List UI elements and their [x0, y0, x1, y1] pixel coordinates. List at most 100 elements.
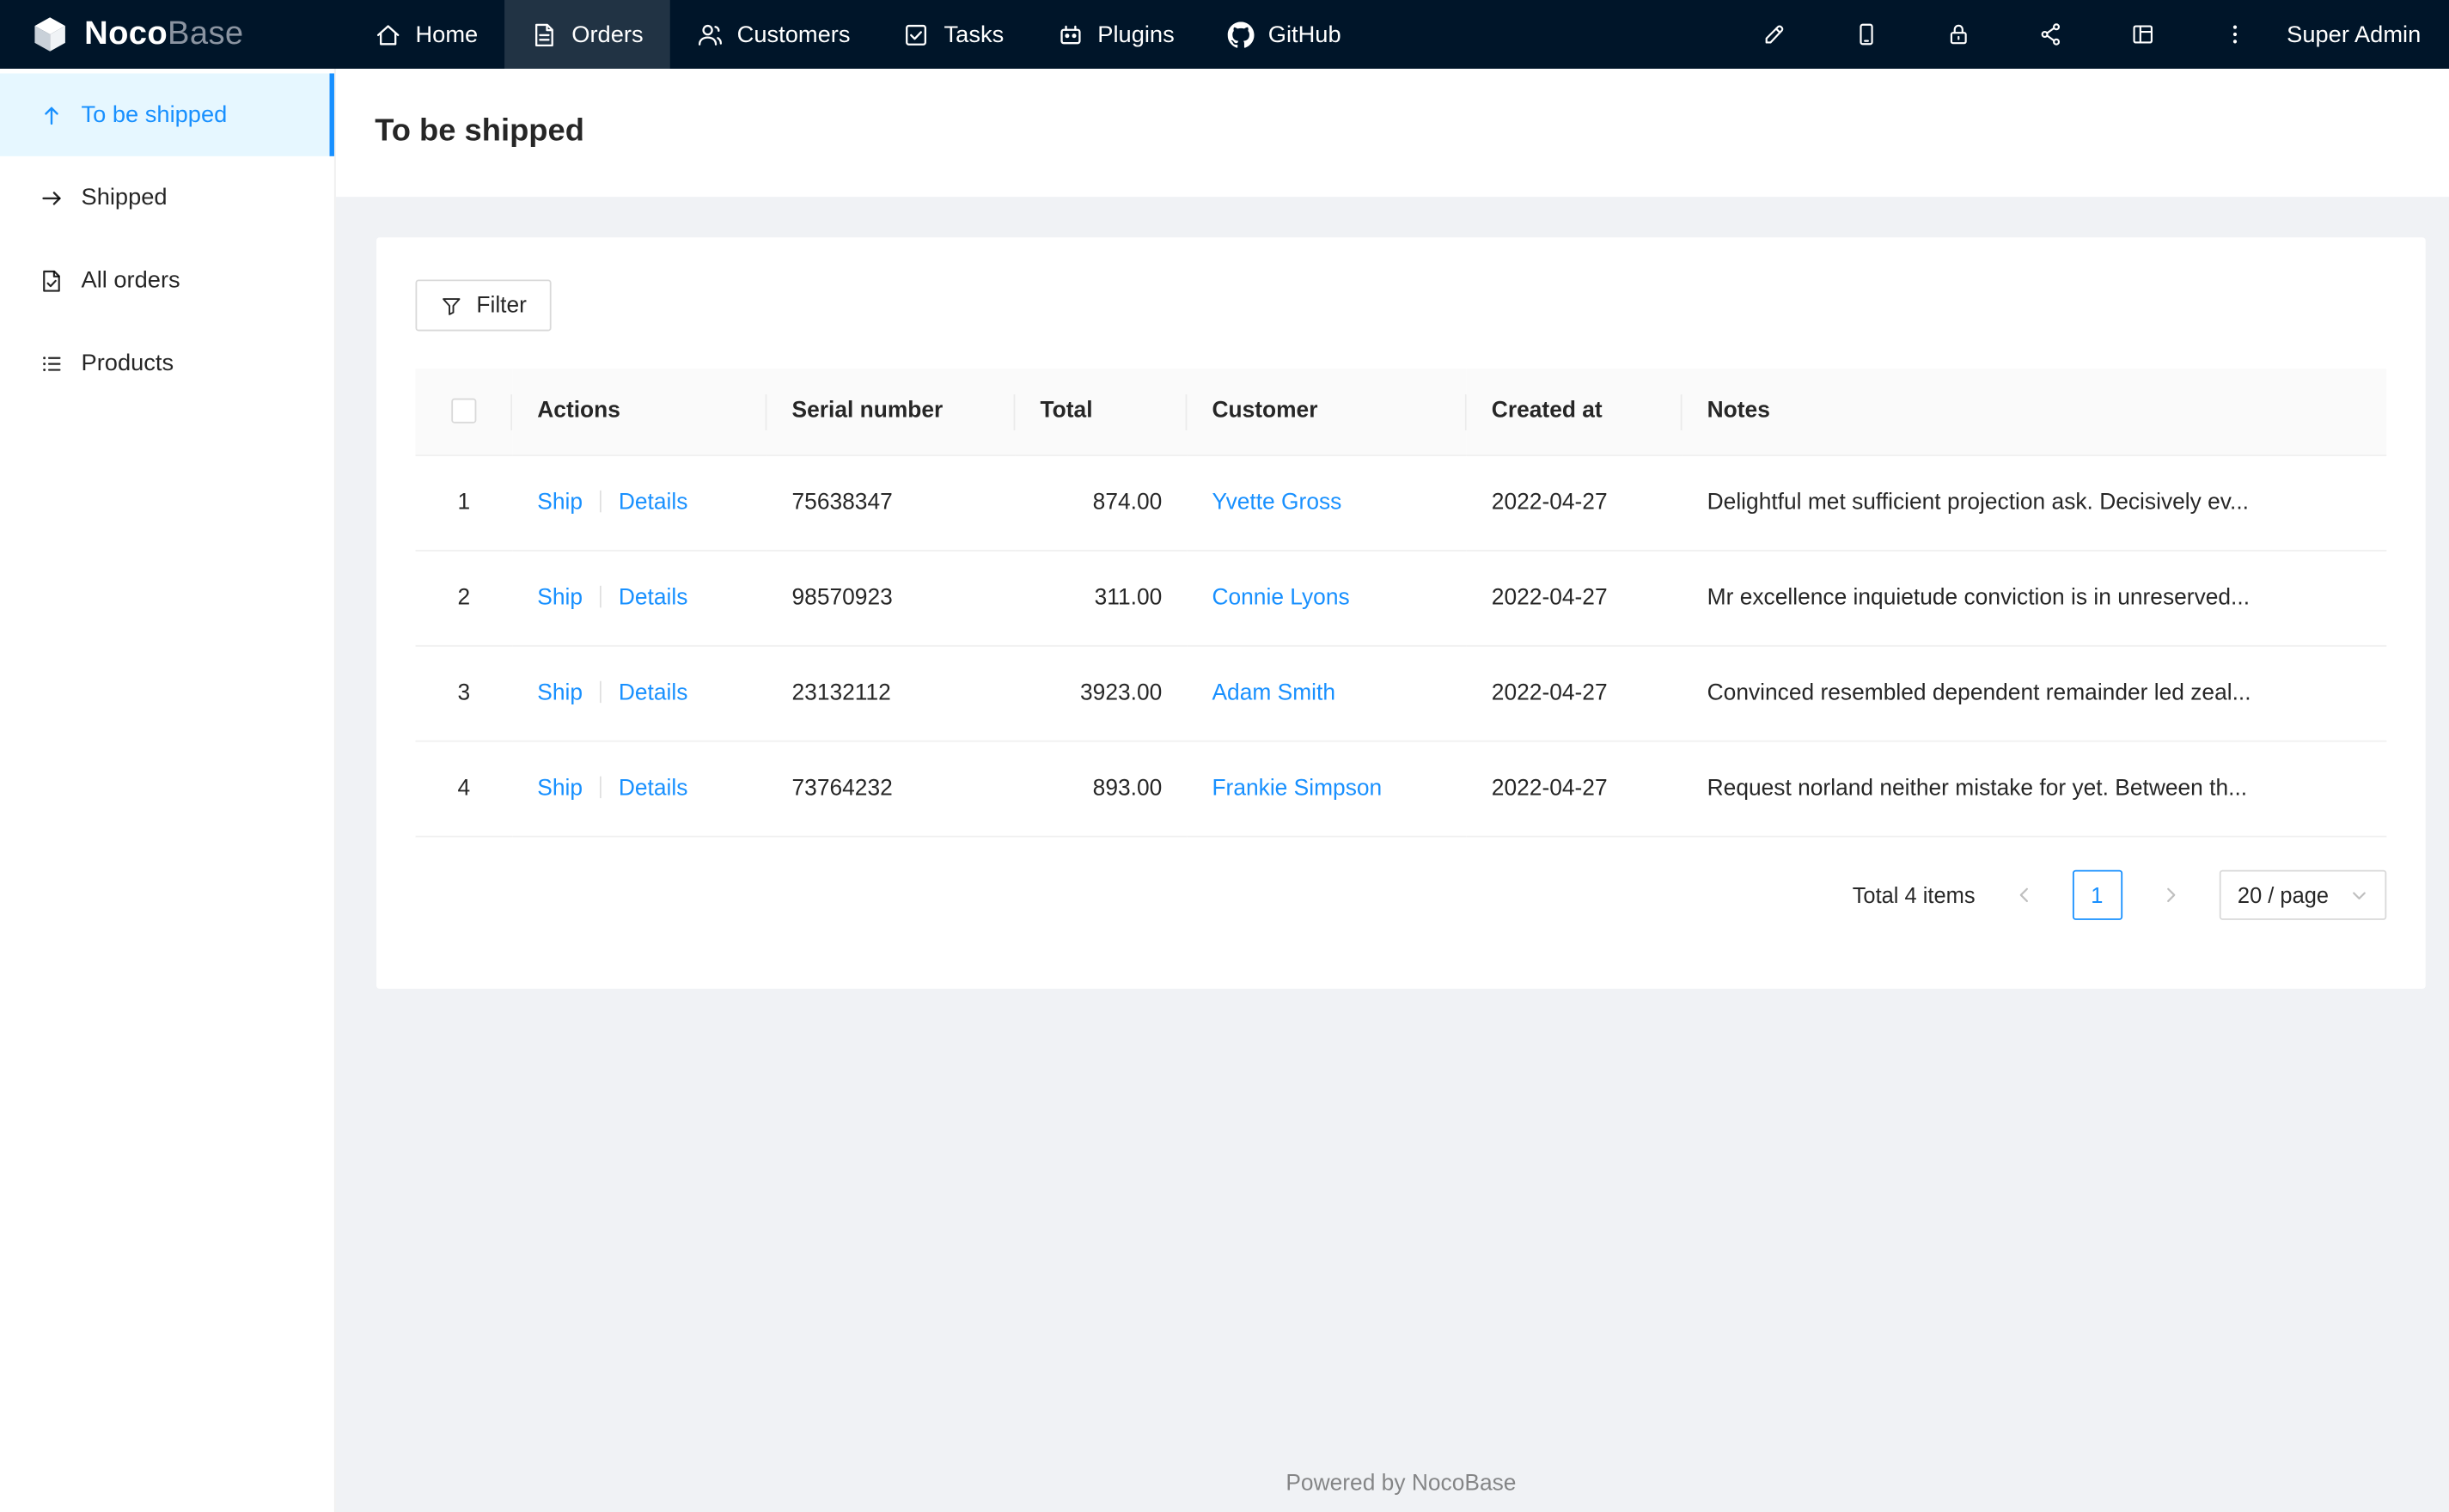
ui-editor-button[interactable]	[1727, 0, 1819, 69]
lock-button[interactable]	[1912, 0, 2004, 69]
row-index: 2	[415, 550, 513, 647]
mobile-preview-button[interactable]	[1820, 0, 1912, 69]
column-header-serial-number: Serial number	[766, 369, 1016, 456]
user-menu[interactable]: Super Admin	[2281, 21, 2434, 48]
arrow-right-icon	[42, 191, 61, 204]
page-title: To be shipped	[375, 113, 584, 149]
nav-item-orders[interactable]: Orders	[504, 0, 670, 70]
column-header-notes: Notes	[1682, 369, 2387, 456]
filter-button[interactable]: Filter	[415, 279, 553, 332]
details-link[interactable]: Details	[619, 491, 688, 515]
chevron-down-icon	[2353, 891, 2366, 899]
nav-item-customers[interactable]: Customers	[669, 0, 876, 69]
home-icon	[376, 24, 400, 45]
table-row: 4 Ship Details 73764232 893.00 Frankie Si…	[415, 741, 2387, 838]
logo-text: NocoBase	[84, 15, 244, 52]
details-link[interactable]: Details	[619, 777, 688, 802]
previous-page-button[interactable]	[1998, 869, 2049, 920]
customer-link[interactable]: Yvette Gross	[1212, 491, 1341, 515]
cell-customer: Connie Lyons	[1187, 550, 1467, 647]
customers-icon	[698, 24, 722, 45]
app-root: NocoBase Home Orders Customers Tasks Plu…	[0, 0, 2449, 1512]
sidebar-item-all-orders[interactable]: All orders	[0, 239, 334, 321]
sidebar-item-to-be-shipped[interactable]: To be shipped	[0, 73, 334, 156]
sidebar-item-label: Products	[81, 350, 174, 377]
nocobase-logo[interactable]: NocoBase	[0, 0, 336, 69]
layout-button[interactable]	[2096, 0, 2188, 69]
sidebar-item-products[interactable]: Products	[0, 322, 334, 405]
nav-item-plugins[interactable]: Plugins	[1030, 0, 1200, 69]
sidebar-item-label: Shipped	[81, 184, 168, 211]
row-actions: Ship Details	[512, 645, 767, 742]
page-number-1[interactable]: 1	[2072, 869, 2122, 920]
cell-created-at: 2022-04-27	[1466, 550, 1683, 647]
sidebar: To be shipped Shipped All orders Product…	[0, 69, 336, 1512]
filter-icon	[443, 297, 461, 314]
table-row: 1 Ship Details 75638347 874.00 Yvette Gro…	[415, 455, 2387, 552]
cell-notes: Delightful met sufficient projection ask…	[1682, 455, 2387, 552]
next-page-button[interactable]	[2145, 869, 2196, 920]
nav-item-label: Customers	[736, 21, 851, 48]
ship-link[interactable]: Ship	[537, 586, 583, 611]
highlighter-icon	[1764, 25, 1783, 44]
row-index: 4	[415, 741, 513, 838]
column-header-actions: Actions	[512, 369, 767, 456]
column-header-total: Total	[1015, 369, 1188, 456]
cell-customer: Frankie Simpson	[1187, 741, 1467, 838]
details-link[interactable]: Details	[619, 681, 688, 706]
arrow-up-icon	[45, 106, 58, 125]
nav-item-label: Plugins	[1097, 21, 1175, 48]
nocobase-logo-icon	[34, 17, 65, 52]
action-divider	[600, 585, 602, 608]
customer-link[interactable]: Frankie Simpson	[1212, 777, 1382, 802]
page-size-value: 20 / page	[2237, 882, 2330, 908]
cell-serial-number: 73764232	[766, 741, 1016, 838]
row-index: 1	[415, 455, 513, 552]
lock-icon	[1950, 24, 1967, 45]
sidebar-item-shipped[interactable]: Shipped	[0, 156, 334, 239]
nav-item-tasks[interactable]: Tasks	[876, 0, 1030, 69]
nav-item-github[interactable]: GitHub	[1201, 0, 1368, 69]
cell-customer: Yvette Gross	[1187, 455, 1467, 552]
action-divider	[600, 490, 602, 513]
action-divider	[600, 776, 602, 799]
orders-table: Actions Serial number Total Customer Cre…	[415, 369, 2387, 838]
cell-total: 3923.00	[1015, 645, 1188, 742]
details-link[interactable]: Details	[619, 586, 688, 611]
customer-link[interactable]: Adam Smith	[1212, 681, 1335, 706]
nav-item-home[interactable]: Home	[348, 0, 504, 69]
select-all-checkbox[interactable]	[451, 398, 477, 424]
cell-created-at: 2022-04-27	[1466, 455, 1683, 552]
ship-link[interactable]: Ship	[537, 491, 583, 515]
more-button[interactable]	[2189, 0, 2281, 69]
filter-button-label: Filter	[476, 292, 527, 319]
page-size-select[interactable]: 20 / page	[2219, 869, 2387, 920]
cell-serial-number: 23132112	[766, 645, 1016, 742]
action-divider	[600, 680, 602, 704]
main-nav: Home Orders Customers Tasks Plugins GitH…	[348, 0, 1368, 70]
orders-table-card: Filter Actions Serial number Total Custo…	[376, 237, 2426, 989]
mobile-icon	[1859, 23, 1872, 46]
plugins-icon	[1060, 24, 1081, 44]
chevron-left-icon	[2018, 887, 2028, 903]
more-icon	[2232, 25, 2237, 44]
ship-link[interactable]: Ship	[537, 681, 583, 706]
content-area: Filter Actions Serial number Total Custo…	[336, 197, 2449, 1512]
sidebar-item-label: All orders	[81, 266, 180, 294]
page-header: To be shipped	[335, 69, 2449, 198]
ship-link[interactable]: Ship	[537, 777, 583, 802]
customer-link[interactable]: Connie Lyons	[1212, 586, 1349, 611]
api-button[interactable]	[2004, 0, 2096, 69]
pagination: Total 4 items 1 20 / page	[415, 869, 2387, 920]
nav-item-label: Orders	[571, 21, 644, 48]
cell-serial-number: 75638347	[766, 455, 1016, 552]
cell-notes: Convinced resembled dependent remainder …	[1682, 645, 2387, 742]
column-header-customer: Customer	[1187, 369, 1467, 456]
cell-total: 874.00	[1015, 455, 1188, 552]
nav-item-label: GitHub	[1267, 21, 1341, 48]
tasks-icon	[906, 24, 927, 45]
row-actions: Ship Details	[512, 455, 767, 552]
sidebar-item-label: To be shipped	[81, 101, 228, 129]
table-row: 2 Ship Details 98570923 311.00 Connie Lyo…	[415, 550, 2387, 647]
cell-total: 311.00	[1015, 550, 1188, 647]
